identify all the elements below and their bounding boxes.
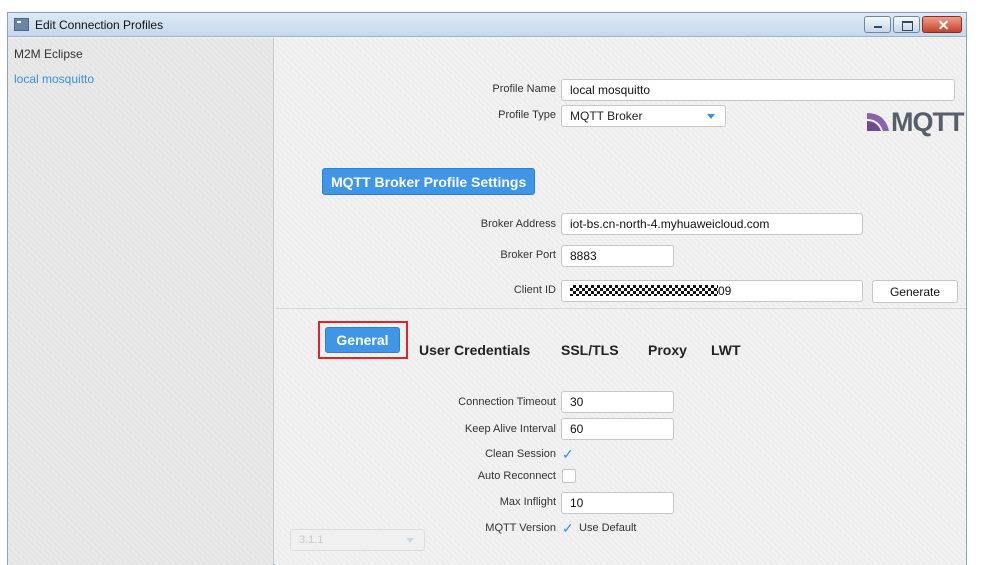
- profile-settings-panel: Profile Name local mosquitto Profile Typ…: [275, 38, 966, 565]
- broker-port-input[interactable]: 8883: [561, 245, 674, 267]
- chevron-down-icon: [707, 114, 715, 119]
- tab-general[interactable]: General: [325, 327, 400, 353]
- mqtt-version-value: 3.1.1: [299, 534, 324, 546]
- keep-alive-input[interactable]: 60: [561, 418, 674, 440]
- maximize-button[interactable]: [893, 16, 920, 33]
- tab-user-credentials[interactable]: User Credentials: [419, 342, 530, 358]
- tab-general-highlight: General: [318, 321, 408, 359]
- tab-proxy[interactable]: Proxy: [648, 342, 687, 358]
- connection-timeout-label: Connection Timeout: [458, 396, 556, 408]
- profile-list: M2M Eclipse local mosquitto: [8, 38, 274, 565]
- client-id-label: Client ID: [513, 284, 556, 296]
- profile-type-value: MQTT Broker: [570, 109, 643, 123]
- keep-alive-label: Keep Alive Interval: [464, 423, 556, 435]
- profile-type-label: Profile Type: [498, 109, 556, 121]
- chevron-down-icon: [406, 538, 414, 543]
- tab-lwt[interactable]: LWT: [711, 342, 741, 358]
- profile-name-input[interactable]: local mosquitto: [561, 79, 955, 101]
- close-button[interactable]: [922, 16, 962, 33]
- mqtt-version-select[interactable]: 3.1.1: [290, 529, 425, 551]
- client-id-input[interactable]: 09: [561, 280, 863, 302]
- auto-reconnect-label: Auto Reconnect: [477, 470, 556, 482]
- client-id-suffix: 09: [718, 284, 732, 298]
- broker-address-label: Broker Address: [480, 218, 556, 230]
- clean-session-checkbox[interactable]: ✓: [562, 446, 574, 463]
- use-default-checkbox[interactable]: ✓: [562, 520, 574, 537]
- mqtt-signal-icon: [867, 113, 889, 131]
- auto-reconnect-checkbox[interactable]: [562, 469, 576, 483]
- profile-list-item-local-mosquitto[interactable]: local mosquitto: [14, 72, 94, 86]
- mqtt-logo: MQTT: [865, 107, 964, 137]
- max-inflight-label: Max Inflight: [499, 496, 556, 508]
- max-inflight-input[interactable]: 10: [561, 492, 674, 514]
- profile-list-item-m2m-eclipse[interactable]: M2M Eclipse: [14, 47, 83, 61]
- mqtt-logo-text: MQTT: [891, 107, 964, 137]
- connection-timeout-input[interactable]: 30: [561, 391, 674, 413]
- broker-port-label: Broker Port: [500, 249, 556, 261]
- profile-type-select[interactable]: MQTT Broker: [561, 105, 726, 127]
- use-default-label: Use Default: [579, 522, 637, 534]
- broker-address-input[interactable]: iot-bs.cn-north-4.myhuaweicloud.com: [561, 213, 863, 235]
- title-bar[interactable]: Edit Connection Profiles: [8, 13, 966, 37]
- minimize-button[interactable]: [864, 16, 891, 33]
- mqtt-broker-settings-button[interactable]: MQTT Broker Profile Settings: [322, 168, 536, 195]
- connection-profiles-window: Edit Connection Profiles M2M Eclipse loc…: [7, 12, 967, 565]
- window-title: Edit Connection Profiles: [35, 18, 164, 32]
- divider: [275, 308, 966, 309]
- app-icon: [14, 18, 29, 31]
- clean-session-label: Clean Session: [485, 448, 556, 460]
- generate-client-id-button[interactable]: Generate: [872, 280, 958, 303]
- client-id-redaction: [570, 285, 718, 296]
- profile-name-label: Profile Name: [492, 83, 556, 95]
- tab-ssl-tls[interactable]: SSL/TLS: [561, 342, 619, 358]
